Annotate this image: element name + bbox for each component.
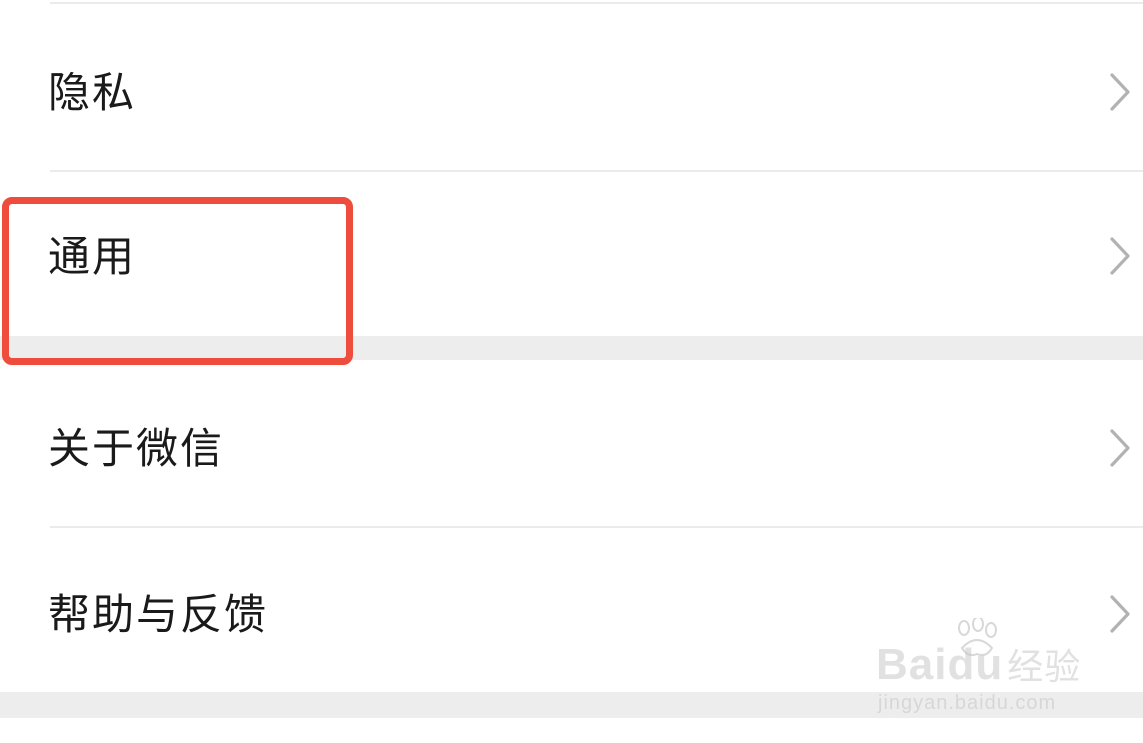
chevron-right-icon — [1109, 594, 1131, 634]
settings-screen: 隐私 通用 关于微信 帮助与反馈 Baidu 经验 jingyan.baidu.… — [0, 0, 1143, 743]
settings-item-help-feedback[interactable]: 帮助与反馈 — [0, 528, 1143, 692]
settings-item-label: 关于微信 — [48, 424, 225, 473]
settings-item-label: 通用 — [48, 232, 137, 281]
settings-item-about-wechat[interactable]: 关于微信 — [0, 360, 1143, 526]
settings-item-privacy[interactable]: 隐私 — [0, 4, 1143, 170]
chevron-right-icon — [1109, 72, 1131, 112]
chevron-right-icon — [1109, 236, 1131, 276]
section-gap — [0, 692, 1143, 718]
chevron-right-icon — [1109, 428, 1131, 468]
settings-item-partial — [0, 718, 1143, 743]
section-gap — [0, 336, 1143, 360]
settings-item-label: 隐私 — [48, 68, 137, 117]
settings-item-general[interactable]: 通用 — [0, 172, 1143, 336]
settings-item-label: 帮助与反馈 — [48, 590, 269, 639]
